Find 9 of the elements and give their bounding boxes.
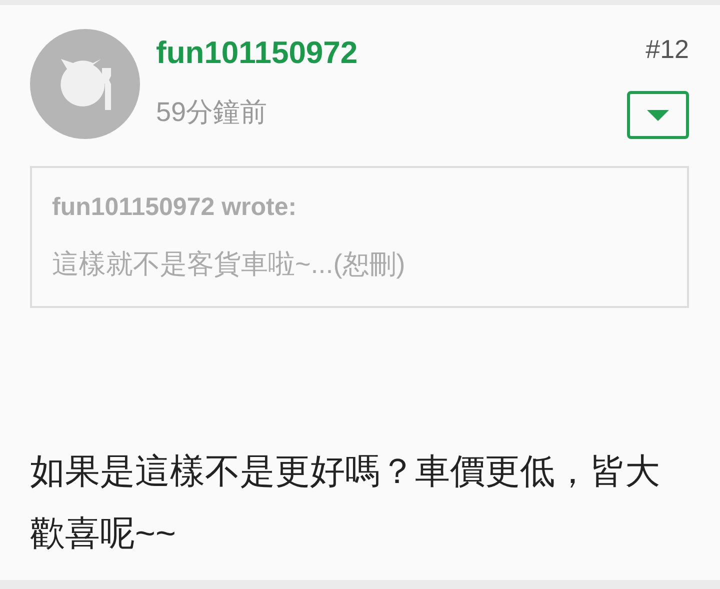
dropdown-button[interactable] [627,91,689,139]
post-number: #12 [646,33,689,66]
username[interactable]: fun101150972 [156,31,627,75]
quote-author: fun101150972 wrote: [52,192,298,223]
caret-icon [647,110,669,120]
post-time: 59分鐘前 [156,96,268,129]
avatar-icon [60,58,110,110]
post-body: 如果是這樣不是更好嗎？車價更低，皆大歡喜呢~~ [30,451,661,555]
quote-text: 這樣就不是客貨車啦~...(恕刪) [52,248,406,281]
